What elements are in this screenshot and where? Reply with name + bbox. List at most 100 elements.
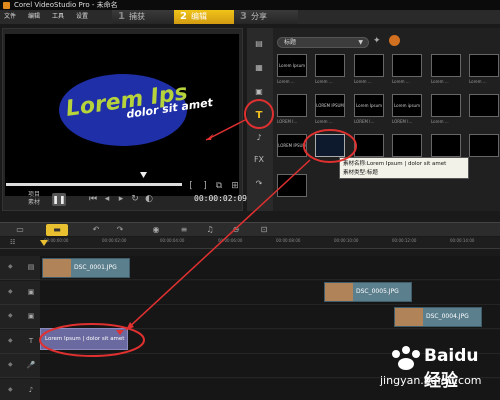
split-icon[interactable]: ⧉: [214, 180, 224, 192]
overlay-track-2-header[interactable]: ◆ ▣: [0, 305, 40, 329]
playhead-marker[interactable]: [40, 240, 48, 248]
track-toggle-icon[interactable]: ◆: [8, 386, 13, 393]
menu-tools[interactable]: 工具: [52, 10, 64, 24]
title-thumbnail[interactable]: [431, 134, 461, 157]
title-thumbnail[interactable]: [277, 94, 307, 117]
overlay-track-1[interactable]: [40, 280, 500, 305]
title-thumbnail[interactable]: [469, 134, 499, 157]
clip-tooltip: 素材名称:Lorem Ipsum | dolor sit amet 素材类型:标…: [339, 157, 469, 179]
title-clip-marker: [116, 330, 124, 335]
track-type-icon: 🎤: [26, 361, 36, 369]
audio-wave-icon[interactable]: ♫: [202, 224, 218, 236]
mode-project[interactable]: 项目: [28, 191, 40, 199]
title-track-header[interactable]: ◆ T: [0, 329, 40, 354]
step-edit-tab[interactable]: 2 编辑: [174, 10, 234, 24]
overlay-track-1-header[interactable]: ◆ ▣: [0, 280, 40, 305]
title-thumbnail[interactable]: [277, 174, 307, 197]
window-title: Corel VideoStudio Pro - 未命名: [14, 1, 118, 9]
thumbnail-label: LOREM I...: [354, 119, 375, 124]
overlay-clip-2[interactable]: DSC_0005.JPG: [324, 282, 412, 302]
timecode-display[interactable]: 00:00:02:09: [194, 194, 247, 203]
mark-in-icon[interactable]: [: [186, 180, 196, 192]
timeline-view-icon[interactable]: ▬: [46, 224, 68, 236]
prev-frame-icon[interactable]: ◂: [102, 193, 112, 205]
tooltip-type: 素材类型:标题: [343, 170, 378, 176]
overlay-clip-3[interactable]: DSC_0004.JPG: [394, 307, 482, 327]
options-icon[interactable]: [389, 35, 400, 46]
title-thumbnail[interactable]: Lorem ipsum: [392, 94, 422, 117]
chevron-down-icon: ▼: [358, 39, 363, 46]
title-thumbnail[interactable]: [354, 54, 384, 77]
title-tool-icon[interactable]: T: [252, 110, 266, 122]
title-thumbnail[interactable]: Lorem Ipsum: [277, 54, 307, 77]
library-category-select[interactable]: 标题 ▼: [277, 37, 369, 48]
redo-icon[interactable]: ↷: [112, 224, 128, 236]
title-thumbnail[interactable]: [431, 94, 461, 117]
undo-icon[interactable]: ↶: [88, 224, 104, 236]
thumbnail-label: Lorem ...: [469, 79, 487, 84]
track-type-icon: T: [28, 336, 34, 345]
title-thumbnail[interactable]: [392, 54, 422, 77]
path-icon[interactable]: ↷: [252, 178, 266, 190]
track-toggle-icon[interactable]: ◆: [8, 312, 13, 319]
title-thumbnail[interactable]: [469, 94, 499, 117]
ruler-tick-label: 00:00:06:00: [218, 238, 243, 243]
title-thumbnail[interactable]: LOREM IPSUM: [277, 134, 307, 157]
menu-file[interactable]: 文件: [4, 10, 16, 24]
menu-settings[interactable]: 设置: [76, 10, 88, 24]
go-start-icon[interactable]: ⏮: [88, 193, 98, 205]
mode-clip[interactable]: 素材: [28, 199, 40, 207]
media-library-icon[interactable]: ▤: [252, 38, 266, 50]
voice-track-header[interactable]: ◆ 🎤: [0, 354, 40, 378]
title-thumbnail[interactable]: [431, 54, 461, 77]
volume-icon[interactable]: ◐: [144, 193, 154, 205]
title-thumbnail[interactable]: [315, 54, 345, 77]
step-share-tab[interactable]: 3 分享: [234, 10, 298, 24]
play-button[interactable]: ❚❚: [52, 193, 66, 206]
window-title-bar: Corel VideoStudio Pro - 未命名: [0, 0, 500, 10]
audio-icon[interactable]: ♪: [252, 132, 266, 144]
thumbnail-preview-text: Lorem Ipsum: [278, 63, 306, 68]
track-toggle-icon[interactable]: ◆: [8, 288, 13, 295]
thumbnail-label: Lorem ...: [431, 79, 449, 84]
expand-icon[interactable]: ⊞: [230, 180, 240, 192]
menu-edit[interactable]: 编辑: [28, 10, 40, 24]
scrub-handle[interactable]: [140, 172, 147, 179]
fit-project-icon[interactable]: ⊡: [256, 224, 272, 236]
graphic-icon[interactable]: ▣: [252, 86, 266, 98]
record-icon[interactable]: ◉: [148, 224, 164, 236]
timeline-ruler[interactable]: ☷: [0, 237, 500, 249]
step-capture-tab[interactable]: 1 捕获: [112, 10, 174, 24]
fx-filter-icon[interactable]: FX: [252, 154, 266, 166]
zoom-icon[interactable]: ⊖: [228, 224, 244, 236]
title-clip[interactable]: Lorem Ipsum | dolor sit amet: [40, 328, 128, 350]
title-thumbnail[interactable]: Lorem Ipsum: [354, 94, 384, 117]
preview-screen: Lorem Ips dolor sit amet: [5, 34, 239, 196]
video-clip-1[interactable]: DSC_0001.JPG: [42, 258, 130, 278]
music-track-header[interactable]: ◆ ♪: [0, 378, 40, 400]
title-thumbnail[interactable]: [469, 54, 499, 77]
title-thumbnail-selected[interactable]: [315, 134, 345, 157]
track-toggle-icon[interactable]: ◆: [8, 337, 13, 344]
track-type-icon: ▣: [27, 287, 35, 296]
track-toggle-icon[interactable]: ◆: [8, 263, 13, 270]
next-frame-icon[interactable]: ▸: [116, 193, 126, 205]
play-mode-labels[interactable]: 项目 素材: [28, 191, 40, 207]
track-manager-icon[interactable]: ☷: [10, 239, 15, 246]
preview-scrub-bar[interactable]: [6, 183, 182, 186]
mark-out-icon[interactable]: ]: [200, 180, 210, 192]
clip-thumbnail: [395, 308, 423, 326]
mixer-icon[interactable]: ≡: [176, 224, 192, 236]
thumbnail-label: Lorem ...: [277, 79, 295, 84]
track-toggle-icon[interactable]: ◆: [8, 361, 13, 368]
transition-icon[interactable]: ▦: [252, 62, 266, 74]
title-thumbnail[interactable]: [392, 134, 422, 157]
thumbnail-label: LOREM I...: [392, 119, 413, 124]
video-track-header[interactable]: ◆ ▤: [0, 256, 40, 280]
storyboard-view-icon[interactable]: ▭: [12, 224, 28, 236]
repeat-icon[interactable]: ↻: [130, 193, 140, 205]
add-to-library-icon[interactable]: ✦: [373, 36, 381, 46]
title-thumbnail[interactable]: [354, 134, 384, 157]
ruler-tick-label: 00:00:02:00: [102, 238, 127, 243]
title-thumbnail[interactable]: LOREM IPSUM: [315, 94, 345, 117]
